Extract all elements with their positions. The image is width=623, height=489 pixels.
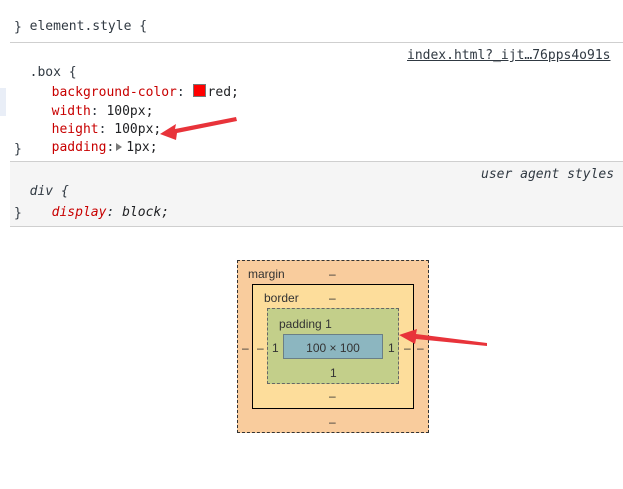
border-left-value[interactable]: –: [257, 341, 264, 355]
margin-bottom-value[interactable]: –: [329, 415, 336, 429]
property-value[interactable]: red;: [208, 85, 239, 100]
border-bottom-value[interactable]: –: [329, 389, 336, 403]
content-size[interactable]: 100 × 100: [283, 341, 383, 355]
margin-left-value[interactable]: –: [242, 341, 249, 355]
border-top-value[interactable]: –: [329, 291, 336, 305]
section-divider: [10, 42, 623, 43]
user-agent-source: user agent styles: [481, 167, 615, 182]
red-arrow-annotation: [399, 329, 487, 346]
red-arrow-annotation: [160, 117, 237, 140]
gutter-highlight: [0, 88, 6, 116]
property-name[interactable]: padding: [52, 140, 107, 155]
decl-display: display: block;: [51, 205, 170, 220]
padding-label: padding 1: [279, 317, 332, 331]
margin-top-value[interactable]: –: [329, 267, 336, 281]
property-name: display: [51, 205, 107, 220]
border-label: border: [264, 291, 299, 305]
property-value[interactable]: 1px;: [126, 140, 157, 155]
padding-top-value[interactable]: 1: [325, 317, 332, 331]
expand-triangle-icon[interactable]: [116, 143, 123, 151]
brace-open: {: [139, 19, 148, 34]
padding-label-text: padding: [279, 317, 322, 331]
selector-element-style[interactable]: element.style: [30, 19, 132, 34]
brace-close: }: [14, 206, 22, 221]
padding-left-value[interactable]: 1: [272, 341, 279, 355]
brace-close: }: [14, 142, 22, 157]
margin-label: margin: [248, 267, 285, 281]
property-value: block;: [122, 205, 170, 220]
decl-padding[interactable]: padding: 1px;: [36, 122, 158, 156]
color-swatch[interactable]: [192, 84, 206, 97]
padding-bottom-value[interactable]: 1: [330, 366, 337, 380]
brace-close: }: [14, 20, 22, 35]
padding-right-value[interactable]: 1: [388, 341, 395, 355]
stylesheet-source-link[interactable]: index.html?_ijt…76pps4o91s: [407, 47, 611, 64]
rule-element-style: element.style {: [14, 1, 147, 35]
section-divider: [10, 226, 623, 227]
